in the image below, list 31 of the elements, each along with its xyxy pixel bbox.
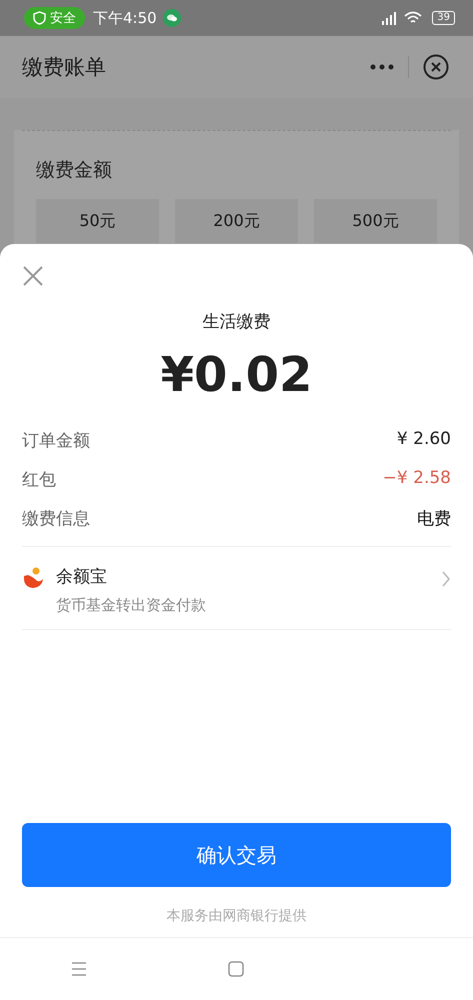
provider-note: 本服务由网商银行提供	[166, 907, 308, 926]
chevron-right-icon	[441, 571, 451, 587]
close-icon[interactable]	[22, 265, 44, 287]
row-value: ¥ 2.60	[396, 429, 451, 451]
payment-method-item[interactable]: 余额宝 货币基金转出资金付款	[22, 547, 451, 630]
row-label: 订单金额	[22, 430, 90, 452]
shield-icon	[33, 11, 46, 25]
battery-icon: 39	[432, 11, 455, 25]
row-value: 电费	[417, 508, 451, 530]
security-badge: 安全	[24, 7, 85, 29]
wifi-icon	[404, 11, 422, 25]
home-icon[interactable]	[228, 961, 244, 977]
close-icon[interactable]	[423, 54, 449, 80]
chat-app-icon	[162, 9, 181, 27]
payment-method-name: 余额宝	[56, 566, 108, 588]
confirm-button[interactable]: 确认交易	[22, 823, 451, 887]
row-value: −¥ 2.58	[382, 468, 451, 490]
row-label: 红包	[22, 469, 56, 491]
payment-amount: ¥0.02	[160, 347, 314, 403]
payment-method-description: 货币基金转出资金付款	[56, 596, 207, 615]
page-title: 缴费账单	[22, 54, 106, 81]
amount-option[interactable]: 200元	[175, 199, 298, 243]
signal-icon	[380, 11, 398, 25]
status-time: 下午4:50	[93, 8, 157, 28]
more-icon[interactable]	[370, 64, 394, 70]
row-label: 缴费信息	[22, 508, 90, 530]
sheet-title: 生活缴费	[202, 311, 272, 333]
amount-option[interactable]: 50元	[36, 199, 159, 243]
amount-option[interactable]: 500元	[314, 199, 437, 243]
section-label: 缴费金额	[35, 158, 113, 183]
menu-icon[interactable]	[70, 962, 87, 976]
